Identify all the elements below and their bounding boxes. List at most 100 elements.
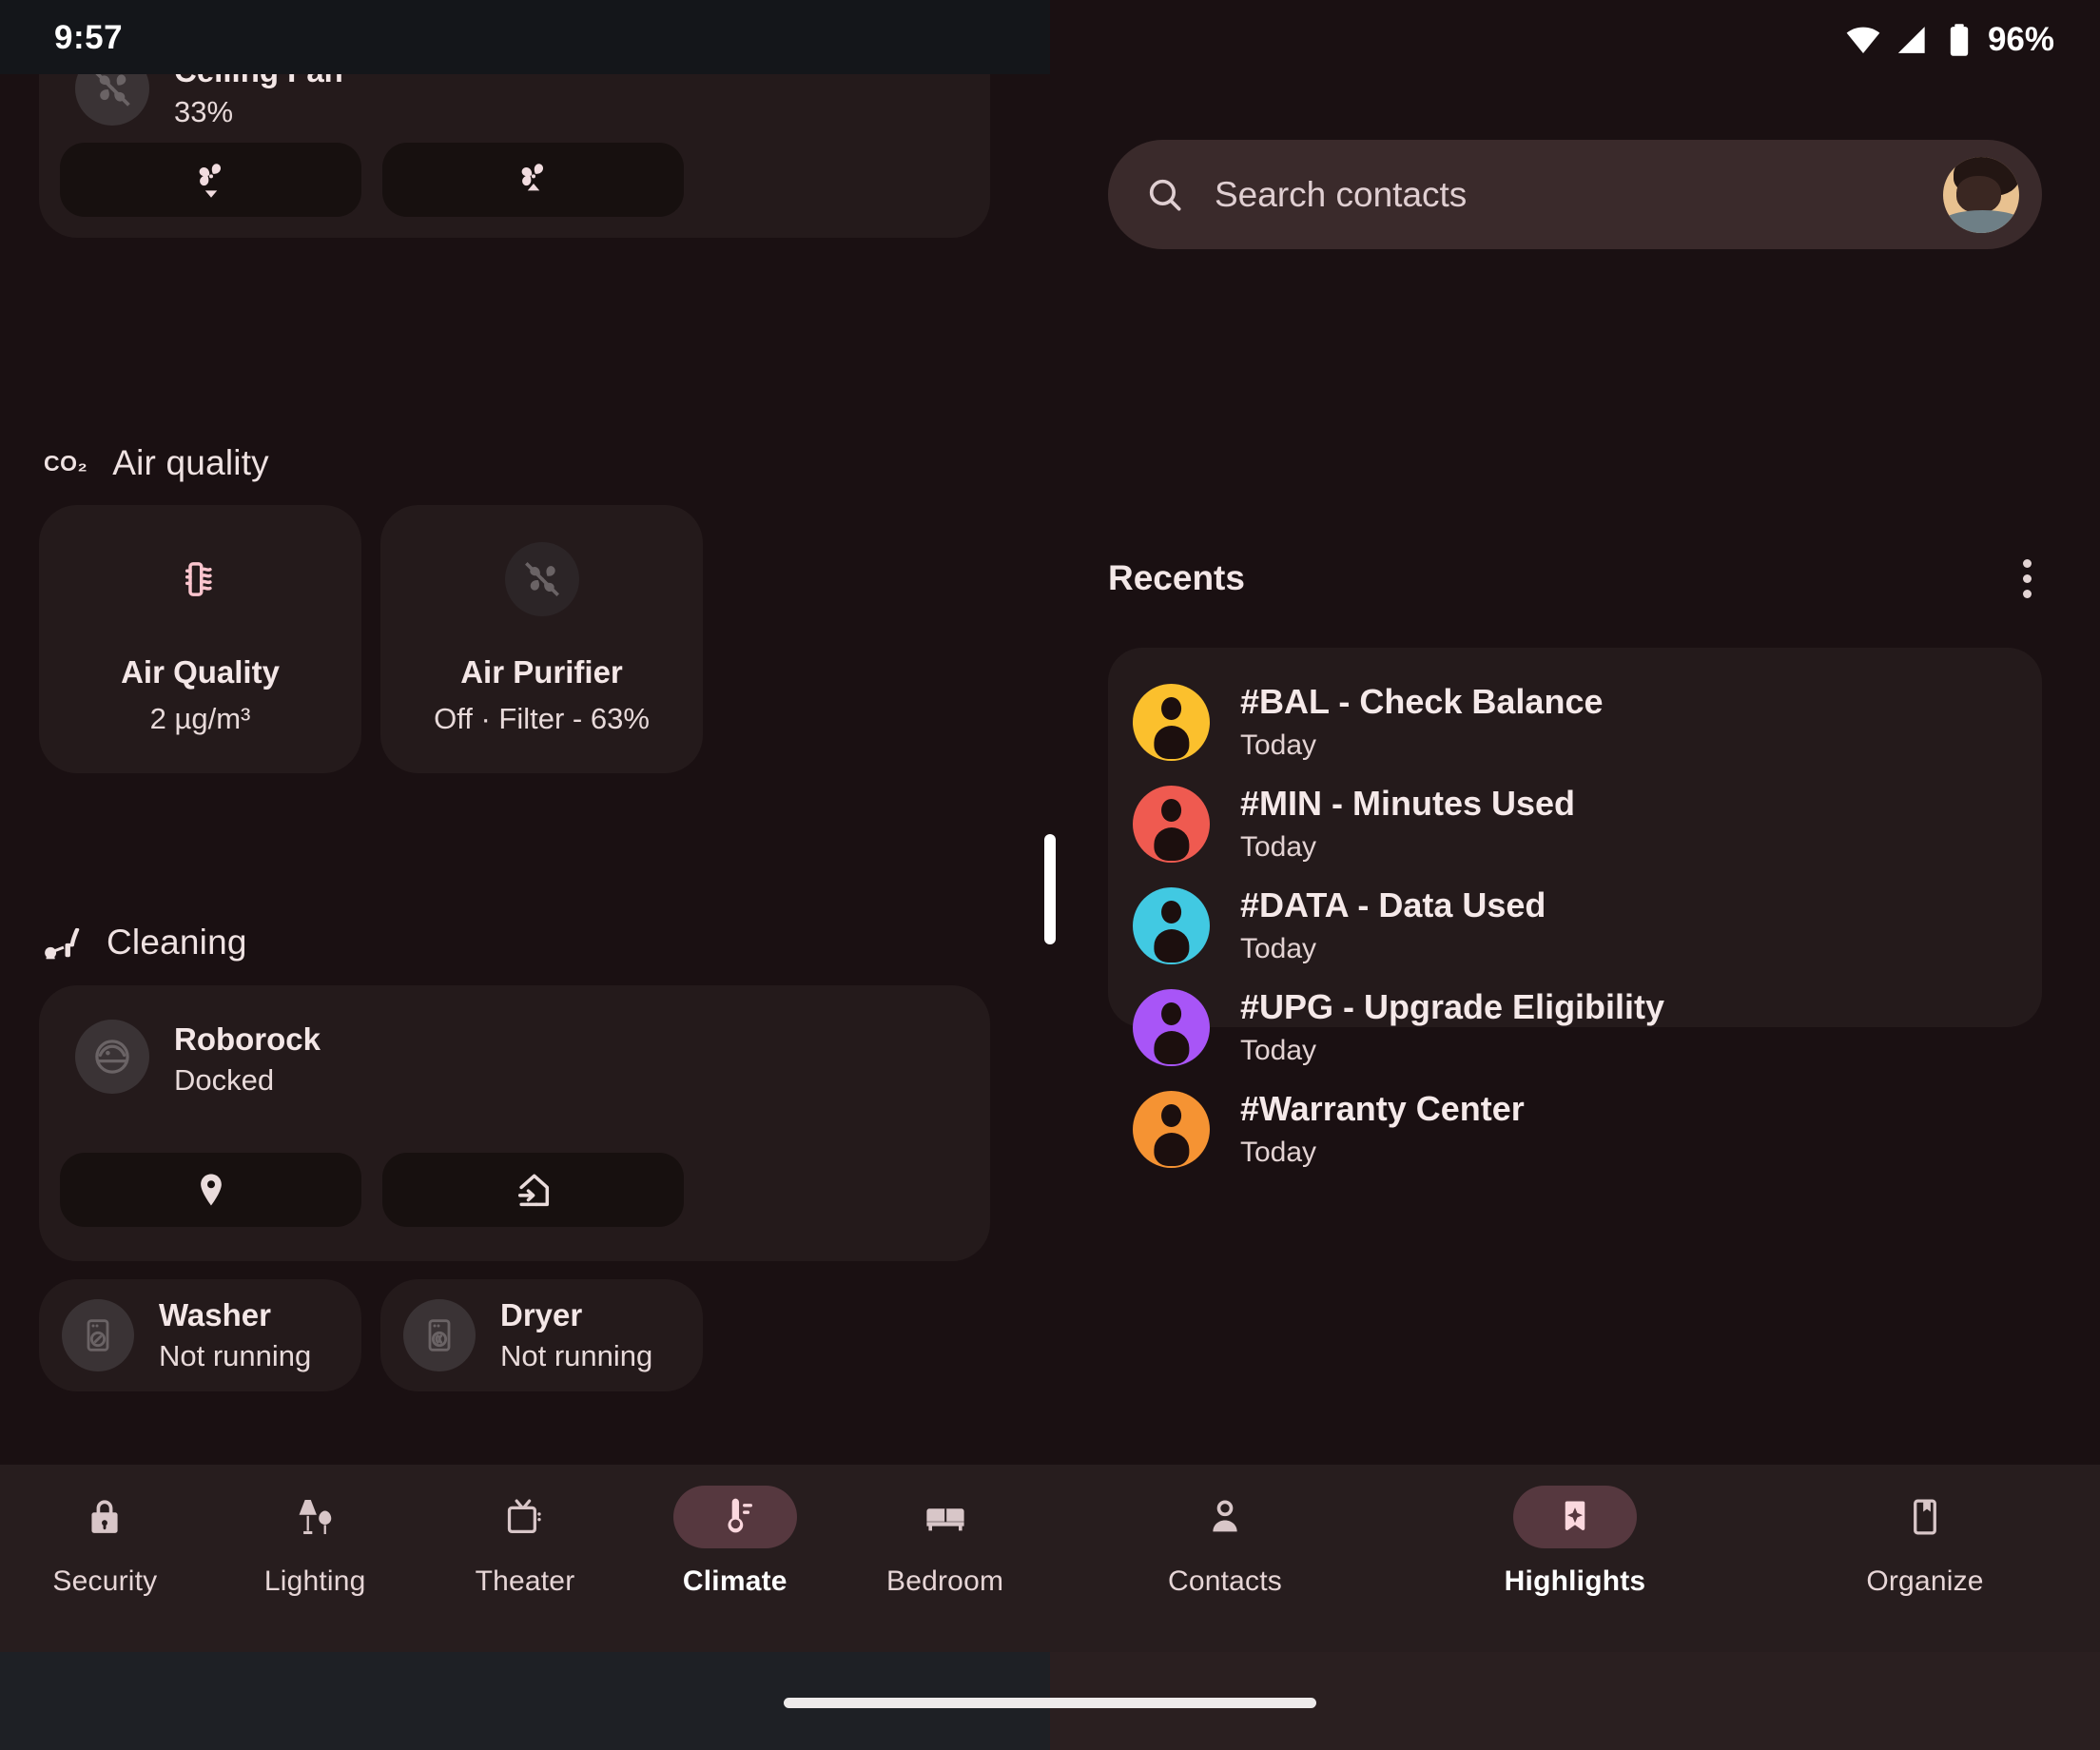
contact-avatar (1133, 1091, 1210, 1168)
left-pane-home-app: Ceiling Fan 33% (0, 0, 1050, 1750)
nav-label-organize: Organize (1866, 1565, 1984, 1597)
list-item[interactable]: #BAL - Check Balance Today (1133, 671, 2017, 773)
nav-label-theater: Theater (475, 1565, 575, 1597)
nav-label-highlights: Highlights (1504, 1565, 1646, 1597)
contact-timestamp: Today (1240, 933, 1317, 965)
screen-root: Ceiling Fan 33% (0, 0, 2100, 1750)
list-item[interactable]: #DATA - Data Used Today (1133, 875, 2017, 977)
lamp-icon (253, 1486, 377, 1548)
dryer-state: Not running (500, 1338, 653, 1372)
dock-vacuum-button[interactable] (382, 1153, 684, 1227)
contact-name: #UPG - Upgrade Eligibility (1240, 986, 1665, 1026)
recents-header: Recents (1050, 550, 2100, 607)
search-input-placeholder[interactable]: Search contacts (1215, 175, 1943, 215)
return-home-icon (517, 1174, 549, 1207)
roborock-title: Roborock (174, 1021, 321, 1057)
nav-item-theater[interactable]: Theater (420, 1465, 631, 1598)
list-item-text: #UPG - Upgrade Eligibility Today (1240, 986, 1665, 1067)
search-icon (1144, 174, 1186, 216)
tile-state-air-quality: 2 µg/m³ (149, 702, 251, 735)
home-gesture-bar[interactable] (784, 1698, 1316, 1708)
contact-timestamp: Today (1240, 1035, 1317, 1067)
battery-percent: 96% (1987, 21, 2054, 58)
person-icon (1163, 1486, 1287, 1548)
right-pane-contacts-app: Search contacts Recents #BAL - Check Bal… (1050, 0, 2100, 1750)
contact-avatar (1133, 989, 1210, 1066)
bottom-nav-contacts: Contacts Highlights Organize (1050, 1465, 2100, 1652)
lock-icon (43, 1486, 166, 1548)
status-clock: 9:57 (54, 19, 124, 56)
section-header-cleaning: Cleaning (42, 923, 247, 962)
device-card-roborock[interactable]: Roborock Docked (39, 985, 990, 1261)
fan-speed-down-button[interactable] (60, 143, 361, 217)
section-label-air-quality: Air quality (112, 443, 269, 482)
status-bar: 9:57 (0, 0, 1050, 74)
contact-timestamp: Today (1240, 1137, 1317, 1169)
nav-label-security: Security (52, 1565, 158, 1597)
locate-vacuum-button[interactable] (60, 1153, 361, 1227)
co2-icon: CO₂ (44, 450, 88, 476)
vacuum-icon (42, 923, 82, 962)
avatar[interactable] (1943, 156, 2019, 233)
fan-down-icon (199, 164, 221, 198)
nav-item-lighting[interactable]: Lighting (210, 1465, 420, 1598)
bottom-nav-home: Security Lighting Theater Climate Bedroo… (0, 1465, 1050, 1652)
fan-up-icon (521, 164, 543, 191)
tile-air-quality[interactable]: Air Quality 2 µg/m³ (39, 505, 361, 773)
contact-avatar (1133, 786, 1210, 863)
washer-title: Washer (159, 1296, 271, 1332)
list-item-text: #DATA - Data Used Today (1240, 885, 1546, 965)
section-header-air-quality: CO₂ Air quality (44, 443, 269, 483)
thermostat-icon (672, 1486, 797, 1548)
nav-label-lighting: Lighting (263, 1565, 366, 1597)
tile-name-air-purifier: Air Purifier (460, 654, 623, 690)
recents-title: Recents (1108, 558, 1245, 597)
nav-item-climate[interactable]: Climate (630, 1465, 840, 1598)
contact-timestamp: Today (1240, 729, 1317, 762)
contact-timestamp: Today (1240, 831, 1317, 864)
fan-off-icon (504, 542, 579, 616)
list-item[interactable]: #Warranty Center Today (1133, 1079, 2017, 1180)
cellular-signal-icon (1895, 22, 1931, 58)
recents-list: #BAL - Check Balance Today #MIN - Minutes … (1108, 648, 2042, 1168)
list-item[interactable]: #UPG - Upgrade Eligibility Today (1133, 977, 2017, 1079)
nav-label-contacts: Contacts (1168, 1565, 1282, 1597)
wifi-icon (1844, 21, 1882, 59)
washer-icon (62, 1299, 134, 1371)
air-filter-icon (164, 542, 238, 616)
nav-item-highlights[interactable]: Highlights (1400, 1465, 1750, 1598)
tile-air-purifier[interactable]: Air Purifier Off · Filter - 63% (380, 505, 703, 773)
sparkle-card-icon (1513, 1486, 1637, 1548)
dryer-title: Dryer (500, 1296, 583, 1332)
nav-item-security[interactable]: Security (0, 1465, 210, 1598)
dryer-icon (403, 1299, 476, 1371)
tile-name-air-quality: Air Quality (121, 654, 280, 690)
bookmark-icon (1863, 1486, 1987, 1548)
list-item[interactable]: #MIN - Minutes Used Today (1133, 773, 2017, 875)
battery-icon (1943, 22, 1975, 58)
contact-name: #DATA - Data Used (1240, 885, 1546, 924)
contact-name: #MIN - Minutes Used (1240, 783, 1576, 823)
contact-name: #Warranty Center (1240, 1088, 1525, 1128)
tile-state-air-purifier: Off · Filter - 63% (434, 702, 650, 735)
ceiling-fan-value: 33% (174, 95, 234, 129)
home-scroll-area[interactable]: Ceiling Fan 33% (0, 0, 1050, 1465)
section-label-cleaning: Cleaning (107, 923, 247, 962)
search-contacts-bar[interactable]: Search contacts (1108, 140, 2042, 249)
washer-state: Not running (159, 1338, 312, 1372)
nav-item-organize[interactable]: Organize (1750, 1465, 2100, 1598)
nav-item-bedroom[interactable]: Bedroom (840, 1465, 1050, 1598)
contact-avatar (1133, 684, 1210, 761)
device-card-dryer[interactable]: Dryer Not running (380, 1279, 703, 1391)
list-item-text: #MIN - Minutes Used Today (1240, 783, 1576, 864)
fan-speed-up-button[interactable] (382, 143, 684, 217)
split-screen-divider-handle[interactable] (1044, 834, 1056, 944)
contact-name: #BAL - Check Balance (1240, 681, 1604, 721)
location-pin-icon (200, 1174, 222, 1206)
roborock-header: Roborock Docked (75, 1020, 321, 1100)
ceiling-fan-controls (60, 143, 684, 217)
device-card-washer[interactable]: Washer Not running (39, 1279, 361, 1391)
more-vert-icon[interactable] (2015, 552, 2039, 606)
nav-item-contacts[interactable]: Contacts (1050, 1465, 1400, 1598)
contact-avatar (1133, 887, 1210, 964)
